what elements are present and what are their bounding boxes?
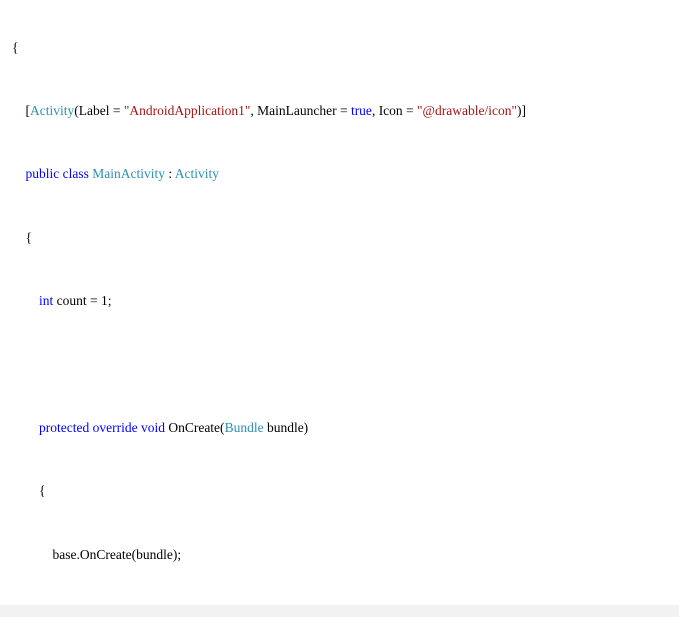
code-line: public class MainActivity : Activity [25, 166, 220, 182]
code-line: base.OnCreate(bundle); [12, 546, 182, 562]
code-line: { [12, 483, 46, 499]
bottom-strip [0, 605, 679, 617]
code-line: { [12, 39, 19, 55]
code-text: { [Activity(Label = "AndroidApplication1… [0, 0, 679, 605]
code-line: protected override void OnCreate(Bundle … [39, 419, 309, 435]
code-listing-surface: { [Activity(Label = "AndroidApplication1… [0, 0, 679, 605]
code-line: { [12, 229, 32, 245]
code-line: int count = 1; [39, 293, 112, 309]
code-line: [Activity(Label = "AndroidApplication1",… [12, 102, 526, 118]
